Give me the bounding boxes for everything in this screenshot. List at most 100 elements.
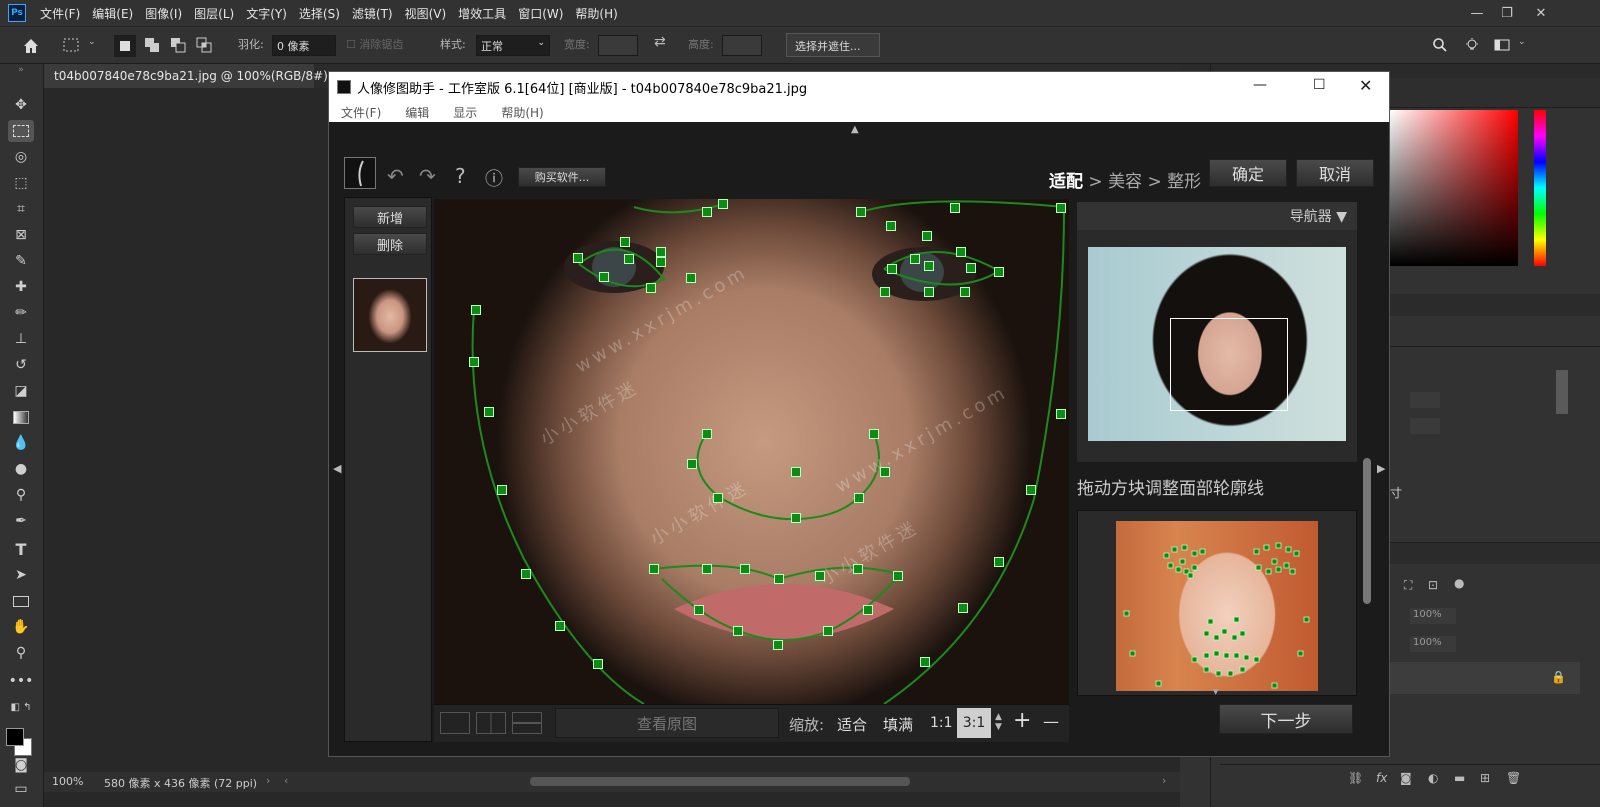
eye-point[interactable] — [966, 263, 976, 273]
navigator-viewport-box[interactable] — [1170, 318, 1288, 411]
eye-point[interactable] — [924, 261, 934, 271]
nose-point[interactable] — [869, 429, 879, 439]
view-original-button[interactable]: 查看原图 — [555, 708, 779, 738]
dialog-maximize-icon[interactable]: ☐ — [1313, 77, 1326, 93]
marquee-tool-icon[interactable] — [62, 37, 82, 53]
color-picker-field[interactable] — [1390, 110, 1518, 266]
eye-point[interactable] — [887, 264, 897, 274]
add-mask-icon[interactable]: ◙ — [1400, 771, 1412, 785]
home-icon[interactable] — [22, 37, 40, 55]
screen-mode-icon[interactable]: ▭ — [8, 778, 34, 800]
search-icon[interactable] — [1432, 37, 1448, 53]
zoom-stepper-icon[interactable]: ▲ ▼ — [995, 712, 1002, 732]
light-bulb-icon[interactable] — [1464, 37, 1480, 53]
zoom-out-button[interactable]: — — [1043, 712, 1059, 731]
workspace-icon[interactable] — [1494, 37, 1510, 53]
link-layers-icon[interactable]: ⛓ — [1348, 771, 1363, 785]
contour-point[interactable] — [994, 557, 1004, 567]
sponge-tool-icon[interactable]: ⚲ — [8, 484, 34, 506]
zoom-fit-button[interactable]: 适合 — [837, 714, 867, 735]
contour-point[interactable] — [469, 357, 479, 367]
nose-point[interactable] — [791, 513, 801, 523]
plugin-menu-view[interactable]: 显示 — [441, 104, 489, 121]
eye-point[interactable] — [624, 254, 634, 264]
navigator-header[interactable]: 导航器 ▼ — [1077, 202, 1357, 230]
healing-brush-tool-icon[interactable]: ✚ — [8, 276, 34, 298]
opacity-input[interactable]: 100% — [1410, 608, 1456, 624]
menu-select[interactable]: 选择(S) — [293, 5, 346, 22]
history-brush-tool-icon[interactable]: ↺ — [8, 354, 34, 376]
step-fit[interactable]: 适配 — [1049, 172, 1083, 192]
subtract-selection-icon[interactable] — [170, 37, 186, 53]
gradient-tool-icon[interactable] — [8, 406, 34, 428]
contour-point[interactable] — [593, 659, 603, 669]
contour-point[interactable] — [1026, 485, 1036, 495]
split-vertical-view-icon[interactable] — [476, 712, 506, 734]
dodge-tool-icon[interactable]: ● — [8, 458, 34, 480]
path-selection-tool-icon[interactable]: ➤ — [8, 564, 34, 586]
eye-point[interactable] — [599, 272, 609, 282]
cancel-button[interactable]: 取消 — [1296, 159, 1374, 187]
eye-point[interactable] — [656, 257, 666, 267]
add-face-button[interactable]: 新增 — [353, 206, 427, 228]
eraser-tool-icon[interactable]: ◪ — [8, 380, 34, 402]
menu-window[interactable]: 窗口(W) — [512, 5, 569, 22]
rectangle-tool-icon[interactable] — [8, 590, 34, 612]
eye-point[interactable] — [956, 247, 966, 257]
mouth-point[interactable] — [893, 571, 903, 581]
zoom-3-1-button[interactable]: 3:1 — [957, 708, 991, 738]
brow-point[interactable] — [950, 203, 960, 213]
new-group-icon[interactable]: ▬ — [1454, 771, 1465, 785]
hue-slider[interactable] — [1534, 110, 1546, 266]
guide-expand-icon[interactable]: ▼ — [1213, 688, 1218, 696]
feather-input[interactable]: 0 像素 — [272, 35, 336, 56]
properties-field[interactable] — [1410, 392, 1440, 408]
contour-point[interactable] — [471, 305, 481, 315]
intersect-selection-icon[interactable] — [196, 37, 212, 53]
eye-point[interactable] — [656, 247, 666, 257]
expand-left-icon[interactable]: ◀ — [333, 462, 341, 475]
scroll-left-icon[interactable]: ‹ — [284, 774, 288, 787]
zoom-1-1-button[interactable]: 1:1 — [930, 715, 953, 731]
menu-edit[interactable]: 编辑(E) — [86, 5, 139, 22]
collapse-up-icon[interactable]: ▲ — [851, 124, 859, 135]
close-icon[interactable]: ✕ — [1526, 0, 1556, 26]
plugin-menu-help[interactable]: 帮助(H) — [489, 104, 555, 121]
menu-image[interactable]: 图像(I) — [139, 5, 188, 22]
properties-scrollbar[interactable] — [1556, 370, 1568, 414]
mouth-point[interactable] — [694, 605, 704, 615]
maximize-icon[interactable]: ❐ — [1492, 0, 1522, 26]
fill-input[interactable]: 100% — [1410, 636, 1456, 652]
contour-point[interactable] — [521, 569, 531, 579]
delete-face-button[interactable]: 删除 — [353, 233, 427, 255]
brow-point[interactable] — [856, 207, 866, 217]
menu-layer[interactable]: 图层(L) — [188, 5, 240, 22]
step-reshape[interactable]: 整形 — [1167, 172, 1201, 192]
eye-point[interactable] — [880, 287, 890, 297]
properties-field[interactable] — [1410, 418, 1440, 434]
face-preview[interactable]: www.xxrjm.com www.xxrjm.com 小小软件迷 小小软件迷 … — [434, 199, 1069, 704]
horizontal-scrollbar[interactable] — [530, 777, 910, 786]
height-input[interactable] — [722, 35, 762, 56]
blur-tool-icon[interactable]: 💧 — [8, 432, 34, 454]
dialog-close-icon[interactable]: ✕ — [1359, 76, 1372, 95]
eye-point[interactable] — [960, 287, 970, 297]
add-selection-icon[interactable] — [144, 37, 160, 53]
nose-point[interactable] — [702, 429, 712, 439]
quick-mask-icon[interactable]: ◙ — [8, 754, 34, 776]
mouth-point[interactable] — [773, 640, 783, 650]
lock-position-icon[interactable]: ⛶ — [1404, 578, 1412, 593]
lock-all-icon[interactable]: ● — [1454, 576, 1464, 590]
eye-point[interactable] — [910, 254, 920, 264]
object-selection-tool-icon[interactable]: ⬚ — [8, 172, 34, 194]
face-thumbnail[interactable] — [353, 278, 427, 352]
info-arrow-icon[interactable]: › — [266, 774, 270, 787]
brush-tool-icon[interactable]: ✏ — [8, 302, 34, 324]
width-input[interactable] — [598, 35, 638, 56]
delete-layer-icon[interactable]: 🗑 — [1506, 771, 1521, 785]
new-selection-icon[interactable] — [114, 35, 136, 57]
ok-button[interactable]: 确定 — [1209, 159, 1287, 187]
hand-tool-icon[interactable]: ✋ — [8, 616, 34, 638]
plugin-menu-file[interactable]: 文件(F) — [329, 104, 393, 121]
split-horizontal-view-icon[interactable] — [512, 712, 542, 734]
